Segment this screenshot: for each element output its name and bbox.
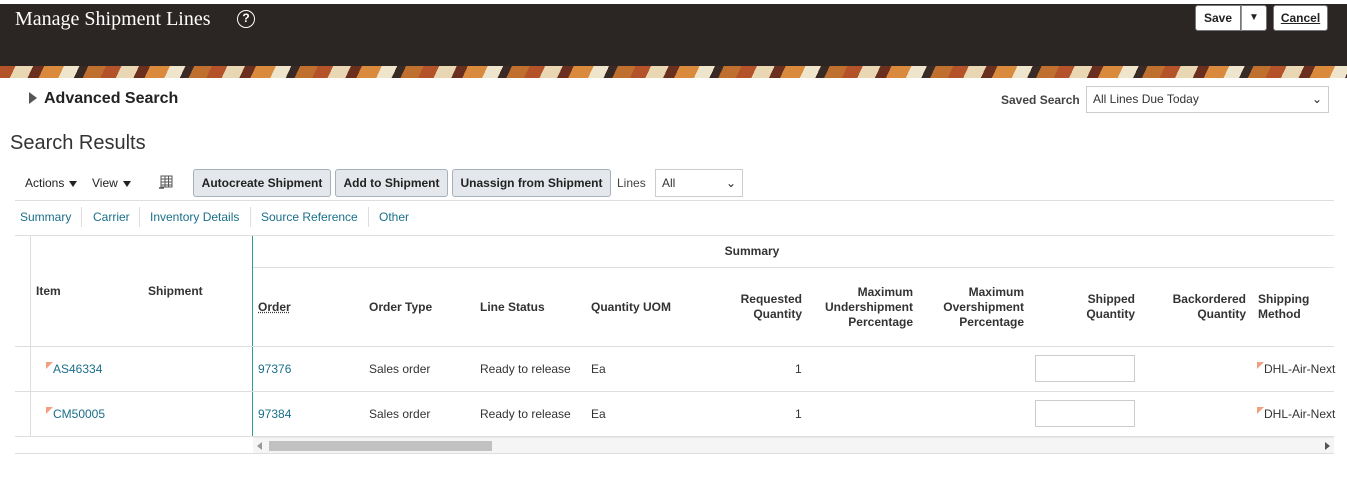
table-bottom-border bbox=[15, 453, 1334, 454]
unassign-from-shipment-button[interactable]: Unassign from Shipment bbox=[452, 169, 611, 197]
column-header-order-type[interactable]: Order Type bbox=[369, 300, 432, 315]
uom-cell: Ea bbox=[591, 407, 606, 421]
group-header-border bbox=[253, 267, 1334, 268]
saved-search-value: All Lines Due Today bbox=[1093, 92, 1199, 106]
tab-divider bbox=[81, 207, 82, 227]
tab-divider bbox=[250, 207, 251, 227]
frozen-column-separator bbox=[252, 236, 253, 436]
tab-other[interactable]: Other bbox=[379, 210, 409, 224]
summary-group-header: Summary bbox=[724, 244, 780, 258]
column-header-order[interactable]: Order bbox=[258, 300, 291, 315]
column-header-requested-quantity[interactable]: Requested Quantity bbox=[722, 292, 802, 322]
actions-menu-label: Actions bbox=[25, 176, 65, 190]
order-type-cell: Sales order bbox=[369, 407, 431, 421]
scroll-right-arrow-icon[interactable] bbox=[1325, 442, 1330, 450]
item-link[interactable]: AS46334 bbox=[53, 362, 102, 376]
tab-source-reference[interactable]: Source Reference bbox=[261, 210, 358, 224]
order-link[interactable]: 97384 bbox=[258, 407, 291, 421]
tab-divider bbox=[368, 207, 369, 227]
column-header-backordered-quantity[interactable]: Backordered Quantity bbox=[1156, 292, 1246, 322]
header-top-edge bbox=[0, 0, 1347, 4]
search-results-title: Search Results bbox=[10, 132, 146, 154]
saved-search-label: Saved Search bbox=[1001, 93, 1080, 107]
shipped-quantity-input[interactable] bbox=[1035, 400, 1135, 427]
line-status-cell: Ready to release bbox=[480, 362, 571, 376]
toolbar-divider bbox=[15, 200, 1334, 201]
caret-down-icon bbox=[69, 180, 78, 187]
page-header: Manage Shipment Lines ? Save ▼ Cancel bbox=[0, 0, 1347, 78]
line-status-cell: Ready to release bbox=[480, 407, 571, 421]
freeze-columns-icon[interactable] bbox=[158, 174, 174, 190]
column-header-quantity-uom[interactable]: Quantity UOM bbox=[591, 300, 671, 315]
help-icon[interactable]: ? bbox=[237, 10, 255, 28]
tab-carrier[interactable]: Carrier bbox=[93, 210, 130, 224]
add-to-shipment-button[interactable]: Add to Shipment bbox=[335, 169, 448, 197]
order-type-cell: Sales order bbox=[369, 362, 431, 376]
order-link[interactable]: 97376 bbox=[258, 362, 291, 376]
scrollbar-thumb[interactable] bbox=[269, 441, 492, 451]
lines-value: All bbox=[662, 176, 676, 190]
chevron-down-icon: ⌄ bbox=[1311, 92, 1322, 106]
requested-quantity-cell: 1 bbox=[795, 362, 802, 376]
flag-icon bbox=[46, 407, 53, 414]
column-header-shipment[interactable]: Shipment bbox=[148, 284, 203, 299]
lines-label: Lines bbox=[617, 176, 646, 190]
save-options-chevron-down-icon[interactable]: ▼ bbox=[1241, 5, 1267, 31]
chevron-down-icon: ⌄ bbox=[725, 176, 736, 190]
save-button[interactable]: Save bbox=[1195, 5, 1241, 31]
advanced-search-toggle[interactable]: Advanced Search bbox=[44, 90, 178, 108]
column-header-max-overshipment[interactable]: Maximum Overshipment Percentage bbox=[929, 285, 1024, 330]
tab-summary[interactable]: Summary bbox=[20, 210, 71, 224]
row-divider bbox=[15, 391, 1334, 392]
shipped-quantity-input[interactable] bbox=[1035, 355, 1135, 382]
tab-divider bbox=[139, 207, 140, 227]
row-selector-border bbox=[30, 236, 31, 436]
column-header-line-status[interactable]: Line Status bbox=[480, 300, 545, 315]
column-header-shipping-method[interactable]: Shipping Method bbox=[1258, 292, 1328, 322]
page-title: Manage Shipment Lines bbox=[15, 8, 211, 30]
flag-icon bbox=[1257, 407, 1264, 414]
shipping-method-cell: DHL-Air-Next bbox=[1264, 362, 1336, 376]
column-header-item[interactable]: Item bbox=[36, 284, 61, 299]
decorative-banner bbox=[0, 66, 1347, 78]
header-bottom-border bbox=[15, 346, 1334, 347]
caret-down-icon bbox=[122, 180, 131, 187]
view-menu[interactable]: View bbox=[92, 176, 131, 190]
tab-inventory-details[interactable]: Inventory Details bbox=[150, 210, 239, 224]
table-top-border bbox=[15, 235, 1334, 236]
shipping-method-cell: DHL-Air-Next bbox=[1264, 407, 1336, 421]
actions-menu[interactable]: Actions bbox=[25, 176, 78, 190]
autocreate-shipment-button[interactable]: Autocreate Shipment bbox=[193, 169, 331, 197]
saved-search-select[interactable]: All Lines Due Today ⌄ bbox=[1086, 86, 1329, 113]
cancel-button[interactable]: Cancel bbox=[1273, 5, 1328, 31]
uom-cell: Ea bbox=[591, 362, 606, 376]
requested-quantity-cell: 1 bbox=[795, 407, 802, 421]
flag-icon bbox=[46, 362, 53, 369]
column-header-max-undershipment[interactable]: Maximum Undershipment Percentage bbox=[813, 285, 913, 330]
scroll-left-arrow-icon[interactable] bbox=[257, 442, 262, 450]
column-header-shipped-quantity[interactable]: Shipped Quantity bbox=[1065, 292, 1135, 322]
view-menu-label: View bbox=[92, 176, 118, 190]
horizontal-scrollbar[interactable] bbox=[253, 437, 1334, 453]
flag-icon bbox=[1257, 362, 1264, 369]
item-link[interactable]: CM50005 bbox=[53, 407, 105, 421]
expand-triangle-icon[interactable] bbox=[29, 92, 37, 104]
lines-select[interactable]: All ⌄ bbox=[655, 169, 743, 197]
